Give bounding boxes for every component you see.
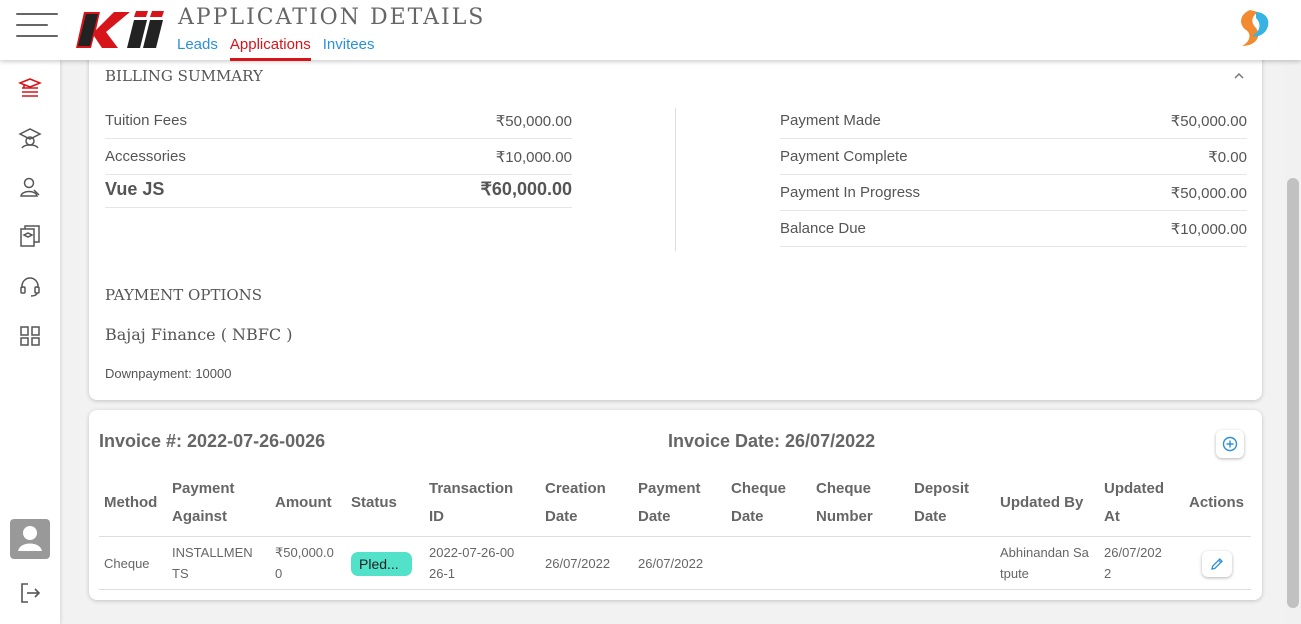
cell-transaction-id: 2022-07-26-00 26-1	[429, 545, 515, 581]
tab-invitees[interactable]: Invitees	[323, 36, 375, 61]
col-cheque-number: Cheque Number	[816, 480, 873, 525]
billing-summary-title: BILLING SUMMARY	[105, 67, 263, 85]
kii-logo	[76, 11, 164, 48]
bill-row-accessories: Accessories ₹10,000.00	[105, 139, 572, 175]
cell-payment-date: 26/07/2022	[638, 556, 704, 571]
logout-icon[interactable]	[18, 581, 42, 605]
downpayment-text: Downpayment: 10000	[105, 366, 232, 381]
col-status: Status	[351, 494, 397, 511]
billing-card: BILLING SUMMARY Tuition Fees ₹50,000.00 …	[89, 48, 1262, 400]
bill-label: Vue JS	[105, 179, 165, 199]
bill-value: ₹50,000.00	[1170, 184, 1247, 202]
top-header: APPLICATION DETAILS Leads Applications I…	[0, 0, 1301, 61]
header-tabs: Leads Applications Invitees	[177, 36, 374, 61]
col-updated-by: Updated By	[1000, 494, 1084, 511]
bill-label: Tuition Fees	[105, 112, 187, 129]
cell-updated-at: 26/07/202 2	[1104, 545, 1162, 581]
tab-applications[interactable]: Applications	[229, 36, 311, 61]
cell-amount: ₹50,000.0 0	[275, 545, 334, 581]
payment-options-title: PAYMENT OPTIONS	[105, 286, 263, 304]
bill-row-balance-due: Balance Due ₹10,000.00	[780, 211, 1247, 247]
courses-icon[interactable]	[18, 76, 42, 100]
col-actions: Actions	[1189, 494, 1245, 511]
person-icon	[18, 526, 42, 551]
bill-row-payment-in-progress: Payment In Progress ₹50,000.00	[780, 175, 1247, 211]
col-creation-date: Creation Date	[545, 480, 606, 525]
bill-label: Balance Due	[780, 220, 866, 237]
col-amount: Amount	[275, 494, 332, 511]
invoice-date: Invoice Date: 26/07/2022	[668, 431, 876, 451]
page-title: APPLICATION DETAILS	[178, 5, 486, 30]
col-cheque-date: Cheque Date	[731, 480, 787, 525]
edit-button[interactable]	[1202, 551, 1232, 577]
finance-option: Bajaj Finance ( NBFC )	[105, 325, 293, 344]
bill-row-total: Vue JS ₹60,000.00	[105, 172, 572, 208]
bill-label: Payment Made	[780, 112, 881, 129]
bill-row-payment-complete: Payment Complete ₹0.00	[780, 139, 1247, 175]
user-icon[interactable]	[18, 175, 42, 199]
vertical-divider	[675, 108, 676, 251]
col-payment-against: Payment Against	[172, 480, 235, 525]
tab-leads[interactable]: Leads	[177, 36, 218, 61]
col-deposit-date: Deposit Date	[914, 480, 970, 525]
invoice-number: Invoice #: 2022-07-26-0026	[99, 431, 326, 451]
library-icon[interactable]	[18, 224, 42, 248]
cell-updated-by: Abhinandan Sa tpute	[1000, 545, 1089, 581]
cell-method: Cheque	[104, 556, 150, 571]
chevron-up-icon[interactable]	[1233, 72, 1245, 80]
bill-row-payment-made: Payment Made ₹50,000.00	[780, 103, 1247, 139]
avatar[interactable]	[10, 519, 50, 559]
graduate-icon[interactable]	[18, 126, 42, 150]
add-payment-button[interactable]	[1216, 430, 1244, 458]
bill-value: ₹50,000.00	[495, 112, 572, 130]
bill-value: ₹10,000.00	[495, 148, 572, 166]
cell-payment-against: INSTALLMEN TS	[172, 545, 253, 581]
plus-circle-icon	[1222, 436, 1238, 452]
scrollbar-thumb[interactable]	[1287, 178, 1299, 608]
sidebar	[0, 60, 60, 624]
status-badge: Pled...	[351, 552, 412, 576]
bill-label: Accessories	[105, 148, 186, 165]
headset-icon[interactable]	[18, 274, 42, 298]
menu-icon[interactable]	[16, 13, 58, 39]
col-transaction-id: Transaction ID	[429, 480, 514, 525]
bill-label: Payment Complete	[780, 148, 908, 165]
bill-value: ₹0.00	[1208, 148, 1247, 166]
pencil-icon	[1211, 558, 1223, 570]
cell-creation-date: 26/07/2022	[545, 556, 611, 571]
table-row-divider	[99, 589, 1251, 590]
bill-value: ₹60,000.00	[480, 179, 572, 199]
brand-icon	[1241, 10, 1269, 46]
col-method: Method	[104, 494, 158, 511]
apps-grid-icon[interactable]	[18, 324, 42, 348]
bill-value: ₹10,000.00	[1170, 220, 1247, 238]
invoice-card: Invoice #: 2022-07-26-0026 Invoice Date:…	[89, 410, 1262, 600]
table-header-divider	[99, 536, 1251, 537]
bill-row-tuition: Tuition Fees ₹50,000.00	[105, 103, 572, 139]
col-updated-at: Updated At	[1104, 480, 1164, 525]
bill-label: Payment In Progress	[780, 184, 921, 201]
bill-value: ₹50,000.00	[1170, 112, 1247, 130]
col-payment-date: Payment Date	[638, 480, 701, 525]
